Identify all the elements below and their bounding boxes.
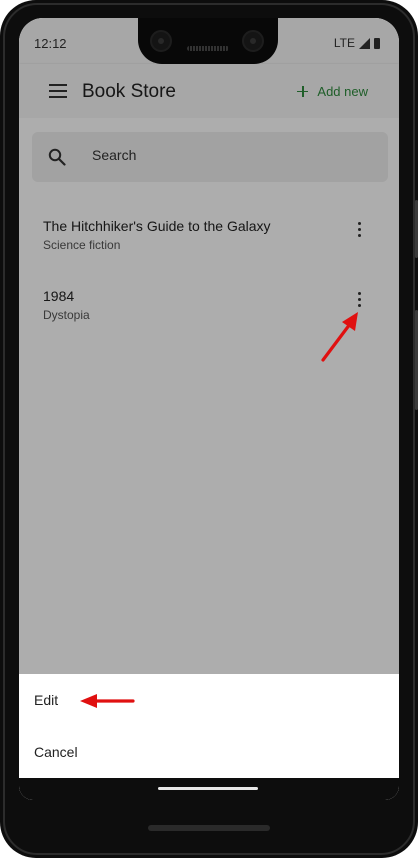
edit-label: Edit [34, 692, 59, 708]
navigation-bar [19, 778, 399, 800]
edit-menu-item[interactable]: Edit [19, 674, 399, 726]
bottom-sheet: Edit Cancel [19, 674, 399, 778]
phone-frame: 12:12 LTE Book Store Add new Search The … [0, 0, 418, 858]
cancel-label: Cancel [34, 744, 78, 760]
bottom-speaker [148, 825, 270, 831]
home-gesture-bar[interactable] [158, 787, 258, 790]
cancel-menu-item[interactable]: Cancel [19, 726, 399, 778]
screen: 12:12 LTE Book Store Add new Search The … [19, 18, 399, 800]
